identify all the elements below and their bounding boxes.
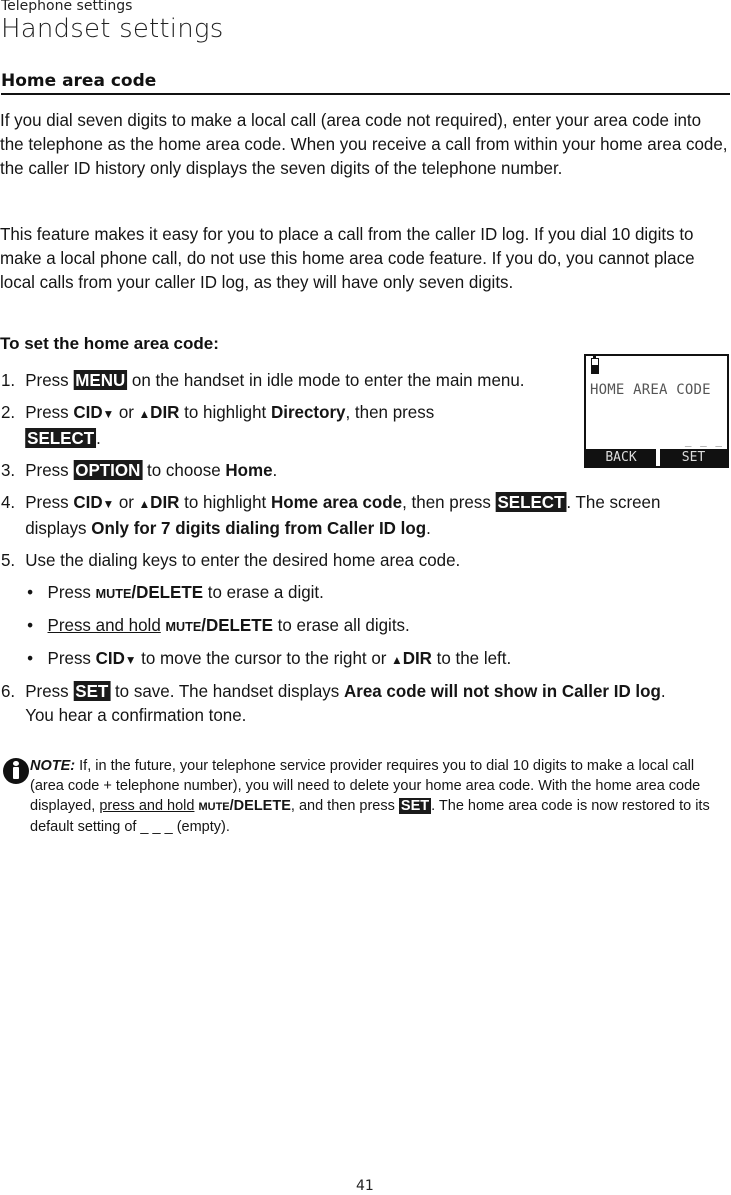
bullet-dot: • (27, 615, 34, 635)
step-text: Use the dialing keys to enter the desire… (25, 550, 461, 570)
screen-message: Only for 7 digits dialing from Caller ID… (91, 518, 427, 538)
down-arrow-icon: ▼ (124, 653, 137, 667)
cid-key: CID▼ (73, 402, 115, 422)
step-number: 1. (0, 370, 16, 390)
step-number: 5. (0, 550, 16, 570)
intro-paragraph: If you dial seven digits to make a local… (0, 110, 728, 178)
step-number: 3. (0, 460, 16, 480)
softkey-back: BACK (586, 449, 656, 466)
dir-key: ▲DIR (138, 402, 180, 422)
lcd-title: HOME AREA CODE (590, 382, 711, 398)
bullet-text: to erase all digits. (272, 615, 410, 635)
step-text: Press (25, 681, 74, 701)
battery-icon (591, 355, 599, 374)
step-text: , then press (345, 402, 435, 422)
bullet-text: Press (47, 648, 96, 668)
note-text: NOTE: If, in the future, your telephone … (30, 756, 730, 837)
bullet-text: to erase a digit. (203, 582, 324, 602)
menu-target: Home area code (270, 492, 403, 512)
bullet-text: Press (47, 582, 96, 602)
step-text: , then press (402, 492, 496, 512)
step-text: on the handset in idle mode to enter the… (127, 370, 525, 390)
note-block: NOTE: If, in the future, your telephone … (0, 756, 731, 837)
step-text: to highlight (179, 492, 271, 512)
press-and-hold-term: Press and hold (47, 615, 161, 635)
select-key: SELECT (25, 428, 97, 448)
bullet-item: • Press CID▼ to move the cursor to the r… (0, 646, 709, 672)
cid-key: CID▼ (73, 492, 115, 512)
step-number: 4. (0, 492, 16, 512)
step-text: Press (25, 492, 74, 512)
page-title: Handset settings (1, 14, 224, 44)
down-arrow-icon: ▼ (102, 407, 115, 421)
press-and-hold-term: press and hold (99, 798, 195, 814)
step-text: or (114, 492, 139, 512)
set-key: SET (73, 681, 111, 701)
step-number: 6. (0, 681, 16, 701)
feature-paragraph: This feature makes it easy for you to pl… (0, 224, 695, 292)
section-heading: Home area code (1, 71, 730, 95)
step-4: 4. Press CID▼ or ▲DIR to highlight Home … (0, 490, 709, 540)
menu-target: Directory (270, 402, 346, 422)
step-text: to highlight (179, 402, 271, 422)
bullet-dot: • (27, 582, 34, 602)
down-arrow-icon: ▼ (102, 497, 115, 511)
up-arrow-icon: ▲ (138, 407, 151, 421)
bullet-dot: • (27, 648, 34, 668)
set-key: SET (398, 798, 432, 814)
softkey-set: SET (660, 449, 727, 466)
step-text: to choose (142, 460, 226, 480)
mute-delete-key: MUTE/DELETE (165, 615, 273, 635)
step-5: 5. Use the dialing keys to enter the des… (0, 548, 709, 572)
bullet-text: to move the cursor to the right or (136, 648, 392, 668)
bullet-item: • Press MUTE/DELETE to erase a digit. (0, 580, 709, 606)
step-6: 6. Press SET to save. The handset displa… (0, 679, 695, 727)
step-text: to save. The handset displays (110, 681, 344, 701)
bullet-text: to the left. (431, 648, 512, 668)
dir-key: ▲DIR (391, 648, 432, 668)
handset-lcd-screen: HOME AREA CODE _ _ _ BACK SET (584, 354, 729, 468)
select-key: SELECT (495, 492, 567, 512)
info-icon (3, 758, 29, 784)
option-key: OPTION (73, 460, 143, 480)
menu-key: MENU (73, 370, 128, 390)
screen-message: Area code will not show in Caller ID log (343, 681, 661, 701)
step-number: 2. (0, 402, 16, 422)
note-label: NOTE: (30, 758, 76, 774)
page-number: 41 (356, 1178, 374, 1194)
cid-key: CID▼ (95, 648, 137, 668)
mute-delete-key: MUTE/DELETE (95, 582, 204, 602)
lcd-entry-field: _ _ _ (684, 434, 723, 447)
step-2: 2. Press CID▼ or ▲DIR to highlight Direc… (0, 400, 549, 450)
note-body: , and then press (290, 798, 399, 814)
step-text: or (114, 402, 139, 422)
step-text: Press (25, 460, 74, 480)
step-text: Press (25, 370, 74, 390)
step-1: 1. Press MENU on the handset in idle mod… (0, 368, 549, 392)
bullet-item: • Press and hold MUTE/DELETE to erase al… (0, 613, 709, 639)
dir-key: ▲DIR (138, 492, 180, 512)
up-arrow-icon: ▲ (391, 653, 403, 667)
step-text: . (426, 518, 431, 538)
section-label: Telephone settings (1, 0, 133, 14)
procedure-title: To set the home area code: (0, 334, 219, 353)
step-text: . (96, 428, 101, 448)
step-text: . (272, 460, 278, 480)
menu-target: Home (225, 460, 273, 480)
step-text: Press (25, 402, 74, 422)
up-arrow-icon: ▲ (138, 497, 151, 511)
mute-delete-key: MUTE/DELETE (198, 798, 291, 814)
